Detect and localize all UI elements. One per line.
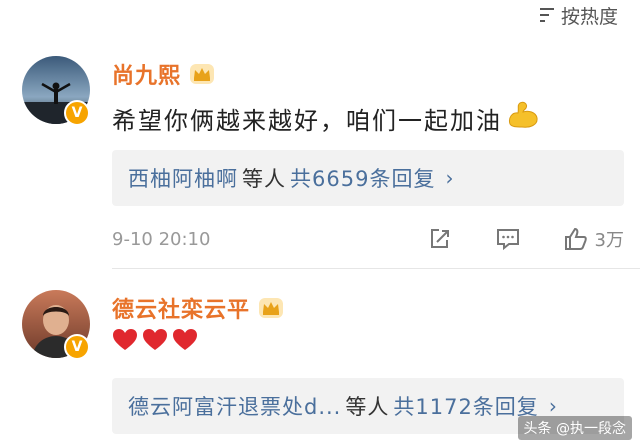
comment-meta: 9-10 20:10 3万 bbox=[112, 226, 624, 252]
comment-body: 希望你俩越来越好，咱们一起加油 bbox=[112, 106, 502, 135]
heart-icon bbox=[173, 329, 197, 350]
reply-names[interactable]: 西柚阿柚啊 bbox=[128, 163, 238, 193]
reply-mid: 等人 bbox=[345, 395, 390, 419]
reply-mid: 等人 bbox=[242, 167, 286, 191]
heart-icon bbox=[113, 329, 137, 350]
comment-hearts bbox=[112, 328, 198, 352]
reply-summary[interactable]: 西柚阿柚啊 等人 共6659条回复 › bbox=[112, 150, 624, 206]
author-name[interactable]: 德云社栾云平 bbox=[112, 292, 250, 324]
chevron-right-icon: › bbox=[445, 166, 455, 190]
heart-icon bbox=[143, 329, 167, 350]
crown-icon bbox=[189, 63, 215, 85]
share-icon[interactable] bbox=[427, 226, 453, 252]
like-icon[interactable] bbox=[563, 226, 589, 252]
sort-toggle[interactable]: 按热度 bbox=[537, 0, 618, 30]
sort-label: 按热度 bbox=[560, 5, 618, 28]
like-count: 3万 bbox=[594, 230, 624, 251]
chevron-right-icon: › bbox=[548, 394, 558, 418]
crown-icon bbox=[258, 297, 284, 319]
muscle-emoji-icon bbox=[506, 100, 540, 136]
watermark: 头条 @执一段念 bbox=[517, 416, 632, 440]
reply-count[interactable]: 共1172条回复 bbox=[393, 391, 538, 421]
verified-badge-icon: V bbox=[64, 334, 90, 360]
sort-icon bbox=[537, 5, 557, 25]
verified-badge-icon: V bbox=[64, 100, 90, 126]
timestamp: 9-10 20:10 bbox=[112, 228, 211, 250]
divider bbox=[112, 268, 640, 269]
reply-count[interactable]: 共6659条回复 bbox=[290, 163, 435, 193]
author-name[interactable]: 尚九熙 bbox=[112, 58, 181, 90]
reply-names[interactable]: 德云阿富汗退票处d... bbox=[128, 391, 341, 421]
comment-icon[interactable] bbox=[495, 226, 521, 252]
comment-text: 希望你俩越来越好，咱们一起加油 bbox=[112, 100, 540, 136]
